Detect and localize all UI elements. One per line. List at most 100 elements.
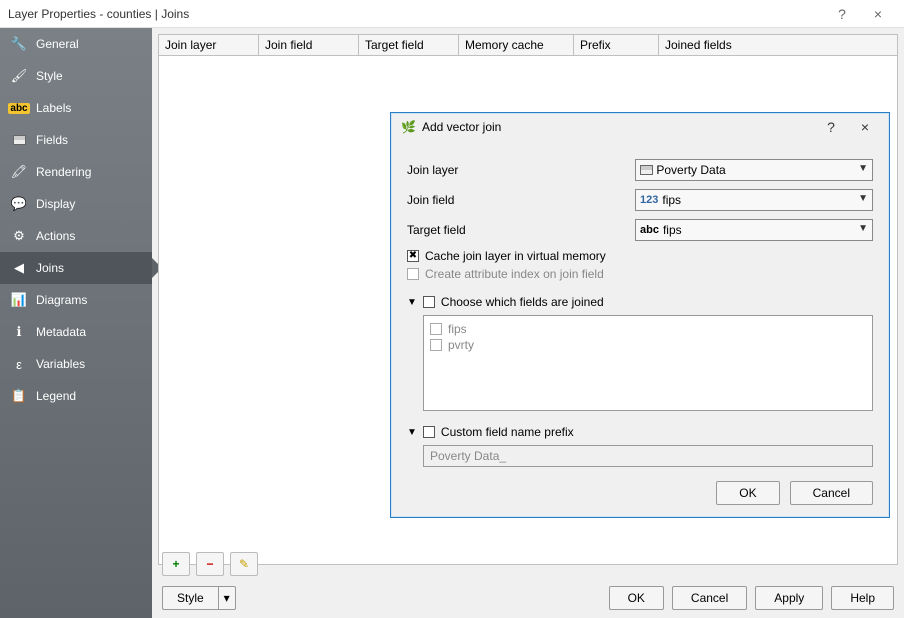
joins-icon: ◀ xyxy=(10,259,28,277)
choose-fields-checkbox[interactable] xyxy=(423,296,435,308)
col-target-field[interactable]: Target field xyxy=(359,35,459,55)
sidebar-item-general[interactable]: 🔧 General xyxy=(0,28,152,60)
sidebar: 🔧General🖌StyleabcLabelsFields🖍Rendering💬… xyxy=(0,28,152,618)
apply-button[interactable]: Apply xyxy=(755,586,823,610)
join-layer-combo[interactable]: Poverty Data ▼ xyxy=(635,159,873,181)
minus-icon: − xyxy=(206,557,213,571)
add-join-button[interactable]: + xyxy=(162,552,190,576)
sidebar-item-joins[interactable]: ◀ Joins xyxy=(0,252,152,284)
style-menu[interactable]: Style ▾ xyxy=(162,586,236,610)
diagrams-icon: 📊 xyxy=(10,291,28,309)
dialog-titlebar: 🌿 Add vector join ? × xyxy=(391,113,889,141)
sidebar-item-rendering[interactable]: 🖍Rendering xyxy=(0,156,152,188)
sidebar-item-display[interactable]: 💬 Display xyxy=(0,188,152,220)
cache-checkbox[interactable]: ✖ xyxy=(407,250,419,262)
sidebar-item-label: Actions xyxy=(36,229,75,243)
dialog-buttons: OK Cancel Apply Help xyxy=(609,586,894,610)
target-field-value: fips xyxy=(663,223,682,237)
plus-icon: + xyxy=(172,557,179,571)
window-title: Layer Properties - counties | Joins xyxy=(8,7,824,21)
labels-icon: abc xyxy=(10,99,28,117)
sidebar-item-label: Style xyxy=(36,69,63,83)
table-icon xyxy=(640,165,653,175)
ok-button[interactable]: OK xyxy=(609,586,664,610)
col-join-layer[interactable]: Join layer xyxy=(159,35,259,55)
help-button-footer[interactable]: Help xyxy=(831,586,894,610)
legend-icon: 📋 xyxy=(10,387,28,405)
remove-join-button[interactable]: − xyxy=(196,552,224,576)
dialog-title: Add vector join xyxy=(422,120,811,134)
join-field-combo[interactable]: 123 fips ▼ xyxy=(635,189,873,211)
custom-prefix-label: Custom field name prefix xyxy=(441,425,574,439)
chevron-down-icon: ▼ xyxy=(858,163,868,174)
field-name: fips xyxy=(448,322,467,336)
fields-icon xyxy=(10,131,28,149)
chevron-down-icon: ▼ xyxy=(858,193,868,204)
field-checkbox[interactable] xyxy=(430,323,442,335)
join-layer-value: Poverty Data xyxy=(656,163,725,177)
sidebar-item-label: Display xyxy=(36,197,75,211)
sidebar-item-label: General xyxy=(36,37,79,51)
joins-table-header: Join layer Join field Target field Memor… xyxy=(158,34,898,55)
cache-label: Cache join layer in virtual memory xyxy=(425,249,606,263)
style-button[interactable]: Style xyxy=(162,586,218,610)
join-layer-label: Join layer xyxy=(407,163,627,177)
col-joined-fields[interactable]: Joined fields xyxy=(659,35,897,55)
dialog-help-button[interactable]: ? xyxy=(817,119,845,135)
field-type-icon: abc xyxy=(640,224,659,236)
sidebar-item-metadata[interactable]: ℹ Metadata xyxy=(0,316,152,348)
sidebar-item-label: Fields xyxy=(36,133,68,147)
sidebar-item-label: Variables xyxy=(36,357,85,371)
expand-custom-prefix[interactable]: ▼ xyxy=(407,427,417,438)
dialog-cancel-button[interactable]: Cancel xyxy=(790,481,873,505)
chevron-down-icon: ▼ xyxy=(858,223,868,234)
style-icon: 🖌 xyxy=(10,67,28,85)
sidebar-item-label: Diagrams xyxy=(36,293,87,307)
join-field-value: fips xyxy=(662,193,681,207)
dialog-ok-button[interactable]: OK xyxy=(716,481,779,505)
create-index-label: Create attribute index on join field xyxy=(425,267,604,281)
content-area: Join layer Join field Target field Memor… xyxy=(152,28,904,618)
edit-join-button[interactable]: ✎ xyxy=(230,552,258,576)
display-icon: 💬 xyxy=(10,195,28,213)
target-field-label: Target field xyxy=(407,223,627,237)
style-dropdown-button[interactable]: ▾ xyxy=(218,586,236,610)
sidebar-item-label: Metadata xyxy=(36,325,86,339)
sidebar-item-actions[interactable]: ⚙ Actions xyxy=(0,220,152,252)
field-type-icon: 123 xyxy=(640,194,658,206)
close-button[interactable]: × xyxy=(860,0,896,28)
actions-icon: ⚙ xyxy=(10,227,28,245)
col-memory-cache[interactable]: Memory cache xyxy=(459,35,574,55)
sidebar-item-legend[interactable]: 📋 Legend xyxy=(0,380,152,412)
prefix-input[interactable] xyxy=(423,445,873,467)
metadata-icon: ℹ xyxy=(10,323,28,341)
create-index-checkbox[interactable] xyxy=(407,268,419,280)
sidebar-item-variables[interactable]: εVariables xyxy=(0,348,152,380)
sidebar-item-labels[interactable]: abcLabels xyxy=(0,92,152,124)
qgis-icon: 🌿 xyxy=(401,120,416,134)
titlebar: Layer Properties - counties | Joins ? × xyxy=(0,0,904,28)
col-join-field[interactable]: Join field xyxy=(259,35,359,55)
toolbar: + − ✎ xyxy=(162,552,258,576)
sidebar-item-label: Joins xyxy=(36,261,64,275)
expand-choose-fields[interactable]: ▼ xyxy=(407,297,417,308)
field-name: pvrty xyxy=(448,338,474,352)
help-button[interactable]: ? xyxy=(824,0,860,28)
general-icon: 🔧 xyxy=(10,35,28,53)
sidebar-item-label: Legend xyxy=(36,389,76,403)
sidebar-item-fields[interactable]: Fields xyxy=(0,124,152,156)
join-field-label: Join field xyxy=(407,193,627,207)
choose-fields-label: Choose which fields are joined xyxy=(441,295,604,309)
sidebar-item-style[interactable]: 🖌 Style xyxy=(0,60,152,92)
rendering-icon: 🖍 xyxy=(10,163,28,181)
sidebar-item-diagrams[interactable]: 📊 Diagrams xyxy=(0,284,152,316)
custom-prefix-checkbox[interactable] xyxy=(423,426,435,438)
add-vector-join-dialog: 🌿 Add vector join ? × Join layer Poverty… xyxy=(390,112,890,518)
target-field-combo[interactable]: abc fips ▼ xyxy=(635,219,873,241)
field-checkbox[interactable] xyxy=(430,339,442,351)
cancel-button[interactable]: Cancel xyxy=(672,586,747,610)
pencil-icon: ✎ xyxy=(239,557,249,571)
col-prefix[interactable]: Prefix xyxy=(574,35,659,55)
dialog-close-button[interactable]: × xyxy=(851,119,879,135)
fields-list: fips pvrty xyxy=(423,315,873,411)
